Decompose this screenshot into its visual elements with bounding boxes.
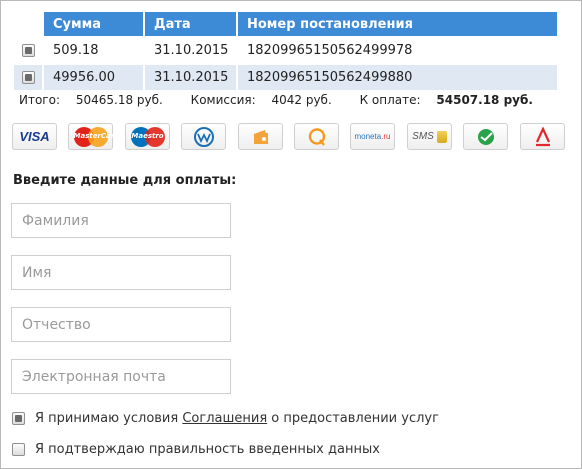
select-column-header (14, 12, 44, 37)
yandex-money-logo (253, 129, 268, 144)
fines-table: Сумма Дата Номер постановления 509.18 31… (14, 12, 559, 90)
agreement-link[interactable]: Соглашения (182, 411, 267, 426)
moneta-logo-text: moneta.ru (354, 132, 391, 141)
name-field[interactable] (11, 255, 231, 290)
table-row[interactable]: 49956.00 31.10.2015 18209965150562499880 (14, 63, 559, 90)
payment-summary: Итого: 50465.18 руб. Комиссия: 4042 руб.… (19, 93, 545, 107)
surname-field[interactable] (11, 203, 231, 238)
patronymic-field[interactable] (11, 307, 231, 342)
number-cell: 18209965150562499880 (237, 63, 559, 90)
total-value: 50465.18 руб. (75, 93, 163, 107)
yandex-money-icon[interactable] (238, 123, 283, 150)
sms-icon[interactable]: SMS (407, 123, 452, 150)
visa-logo-text: VISA (19, 129, 50, 144)
webmoney-logo (193, 126, 214, 147)
row-select-cell[interactable] (14, 63, 44, 90)
confirm-data-checkbox[interactable] (12, 443, 25, 456)
pay-amount: К оплате: 54507.18 руб. (360, 93, 533, 107)
qiwi-logo (308, 127, 325, 146)
table-row[interactable]: 509.18 31.10.2015 18209965150562499978 (14, 36, 559, 64)
moneta-icon[interactable]: moneta.ru (350, 123, 395, 150)
agree-terms-row[interactable]: Я принимаю условия Соглашения о предоста… (12, 411, 439, 426)
commission-amount: Комиссия: 4042 руб. (191, 93, 344, 107)
agree-terms-suffix: о предоставлении услуг (271, 411, 439, 426)
commission-label: Комиссия: (190, 93, 256, 107)
row-checkbox[interactable] (21, 44, 35, 57)
pay-label: К оплате: (359, 93, 421, 107)
confirm-data-label: Я подтверждаю правильность введенных дан… (35, 442, 380, 457)
qiwi-icon[interactable] (294, 123, 339, 150)
total-label: Итого: (19, 93, 60, 107)
alfa-bank-icon[interactable] (520, 123, 565, 150)
column-header-number[interactable]: Номер постановления (237, 12, 559, 37)
amount-cell: 49956.00 (43, 63, 145, 90)
column-header-date[interactable]: Дата (144, 12, 238, 37)
sberbank-icon[interactable] (463, 123, 508, 150)
sim-chip-icon (436, 130, 447, 143)
mastercard-icon[interactable]: MasterCard (68, 123, 119, 150)
table-header-row: Сумма Дата Номер постановления (14, 12, 559, 37)
column-header-amount[interactable]: Сумма (43, 12, 145, 37)
date-cell: 31.10.2015 (144, 36, 238, 64)
number-cell: 18209965150562499978 (237, 36, 559, 64)
date-cell: 31.10.2015 (144, 63, 238, 90)
row-checkbox[interactable] (21, 71, 35, 84)
commission-value: 4042 руб. (271, 93, 332, 107)
agree-terms-checkbox[interactable] (12, 412, 25, 425)
confirm-data-row[interactable]: Я подтверждаю правильность введенных дан… (12, 442, 380, 457)
sberbank-logo (477, 128, 494, 145)
webmoney-icon[interactable] (181, 123, 226, 150)
maestro-icon[interactable]: Maestro (125, 123, 170, 150)
maestro-logo: Maestro (130, 126, 165, 147)
form-title: Введите данные для оплаты: (13, 173, 237, 188)
mastercard-logo: MasterCard (73, 126, 119, 147)
visa-icon[interactable]: VISA (12, 123, 57, 150)
pay-value: 54507.18 руб. (436, 93, 533, 107)
total-amount: Итого: 50465.18 руб. (19, 93, 175, 107)
row-select-cell[interactable] (14, 36, 44, 64)
alfa-bank-logo (535, 126, 550, 146)
agree-terms-prefix: Я принимаю условия (35, 411, 179, 426)
amount-cell: 509.18 (43, 36, 145, 64)
sms-logo-text: SMS (412, 131, 434, 142)
email-field[interactable] (11, 359, 231, 394)
